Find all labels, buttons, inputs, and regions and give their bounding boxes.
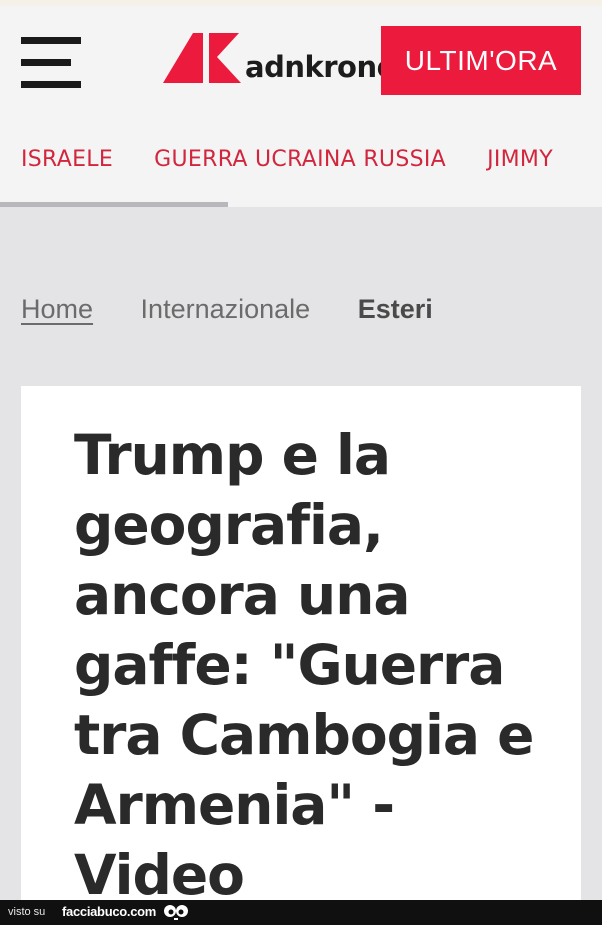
article-card: Trump e la geografia, ancora una gaffe: … xyxy=(21,386,581,907)
nav-item-guerra-ucraina-russia[interactable]: GUERRA UCRAINA RUSSIA xyxy=(154,147,446,172)
breadcrumb: Home Internazionale Esteri xyxy=(21,294,473,325)
topic-nav-items: ISRAELE GUERRA UCRAINA RUSSIA JIMMY xyxy=(21,147,589,172)
menu-bar xyxy=(21,37,81,44)
breadcrumb-current: Esteri xyxy=(357,294,433,324)
topic-nav: ISRAELE GUERRA UCRAINA RUSSIA JIMMY xyxy=(0,110,602,207)
breadcrumb-home-link[interactable]: Home xyxy=(21,294,93,324)
footer-visto-label: visto su xyxy=(8,906,46,918)
nav-scroll-indicator[interactable] xyxy=(0,202,228,207)
logo-mark-icon xyxy=(163,33,241,83)
breadcrumb-section-link[interactable]: Internazionale xyxy=(141,294,311,324)
site-header: adnkronos ULTIM'ORA xyxy=(0,6,602,110)
hamburger-menu-icon[interactable] xyxy=(21,37,81,89)
menu-bar xyxy=(21,81,81,88)
eyes-icon xyxy=(164,905,188,920)
watermark-footer: visto su facciabuco.com xyxy=(0,900,602,925)
footer-site-name: facciabuco.com xyxy=(62,904,157,919)
nav-item-jimmy[interactable]: JIMMY xyxy=(487,147,553,172)
article-headline: Trump e la geografia, ancora una gaffe: … xyxy=(74,423,534,907)
ultim-ora-button[interactable]: ULTIM'ORA xyxy=(381,26,581,95)
nav-item-israele[interactable]: ISRAELE xyxy=(21,147,113,172)
menu-bar xyxy=(21,59,71,66)
